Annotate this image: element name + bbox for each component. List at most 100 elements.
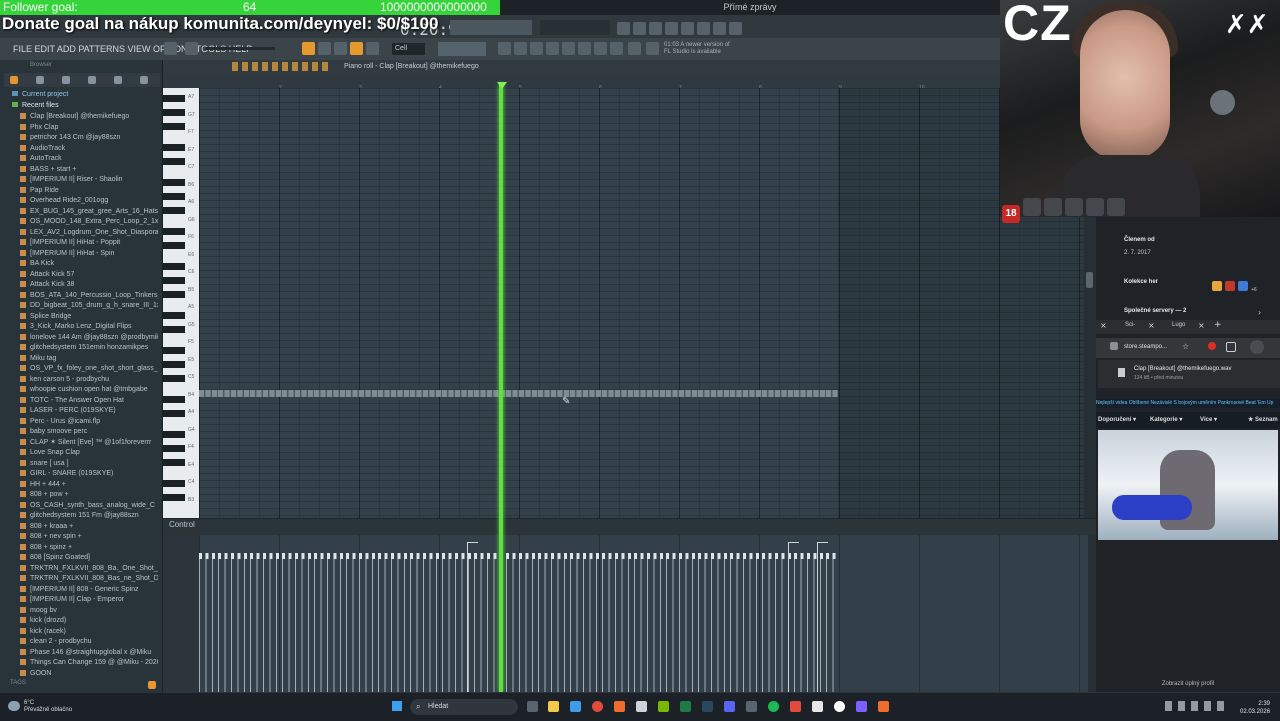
stop-button[interactable] [334,42,347,55]
sounds-tab-icon[interactable] [88,76,96,84]
black-key[interactable] [163,431,185,438]
black-key[interactable] [163,158,185,165]
browser-item[interactable]: AutoTrack [20,154,158,165]
browser-item[interactable]: BOS_ATA_140_Percussio_Loop_Tinkers_1x144… [20,291,158,302]
browser-item[interactable]: LASER - PERC (019SKYE) [20,406,158,417]
velocity-handles[interactable] [199,553,838,559]
browser-item[interactable]: Splice Bridge [20,312,158,323]
folder-recent-files[interactable]: Recent files [12,101,59,112]
velocity-bars[interactable] [199,556,838,692]
black-key[interactable] [163,179,185,186]
browser-item[interactable]: HH + 444 + [20,480,158,491]
mic-icon[interactable] [649,22,662,35]
browser-item[interactable]: CLAP ✶ Silent [Eve] ™ @1of1foreverrr [20,438,158,449]
browser-item[interactable]: Love Snap Clap [20,448,158,459]
browser-item[interactable]: [IMPERIUM II] HiHat - Spin [20,249,158,260]
browser-item[interactable]: DD_bigbeat_105_drum_g_h_snare_III_1x144b… [20,301,158,312]
taskbar-search[interactable] [410,699,518,715]
browser-item[interactable]: [IMPERIUM II] Riser - Shaolin [20,175,158,186]
discord-icon[interactable] [724,701,735,712]
browser-item[interactable]: Phx Clap [20,123,158,134]
browser-item[interactable]: snare [ usa ] [20,459,158,470]
tools-icon[interactable] [610,42,623,55]
weather-icon[interactable] [8,701,20,711]
new-tab-icon[interactable]: + [1214,320,1222,330]
browser-item[interactable]: Things Can Change 159 @ @Miku - 2026-Feb… [20,658,158,669]
close-icon[interactable]: × [1148,321,1155,330]
velocity-bar-high[interactable] [817,542,828,693]
browser-item[interactable]: Miku tag [20,354,158,365]
file-explorer-icon[interactable] [548,701,559,712]
black-key[interactable] [163,459,185,466]
taskbar-clock[interactable]: 2:39 02.03.2026 [1240,700,1270,716]
black-key[interactable] [163,494,185,501]
browser-item[interactable]: GOON [20,669,158,680]
black-key[interactable] [163,396,185,403]
app-icon[interactable] [636,701,647,712]
nvidia-icon[interactable] [658,701,669,712]
full-profile-link[interactable]: Zobrazit úplný profil [1096,681,1280,687]
browser-item[interactable]: TRKTRN_FXLKVII_808_Ba._One_Shot_Cm_Spinz… [20,564,158,575]
chevron-right-icon[interactable]: › [1258,308,1261,317]
browser-item[interactable]: petrichor 143 Cm @jay88szn [20,133,158,144]
snap-select[interactable]: Cell [392,43,425,55]
steam-nav-recommendations[interactable]: Doporučení ▾ [1098,416,1136,423]
game-icon[interactable] [1212,281,1222,291]
velocity-bar-high[interactable] [467,542,478,693]
cloud-icon[interactable] [628,42,641,55]
game-icon[interactable] [1238,281,1248,291]
plugin-database-tab-icon[interactable] [62,76,70,84]
steam-nav-wishlist[interactable]: ★ Seznam [1248,416,1278,423]
address-input[interactable]: store.steampo... [1124,344,1167,350]
notion-icon[interactable] [812,701,823,712]
plugin-icon[interactable] [578,42,591,55]
browser-item[interactable]: glitchedsystem 151 Fm @jay88szn [20,511,158,522]
game-icon[interactable] [1225,281,1235,291]
velocity-bar-high[interactable] [788,542,799,693]
browser-item[interactable]: TOTC - The Answer Open Hat [20,396,158,407]
browser-item[interactable]: lonelove 144 Am @jay88szn @prodbymiku [20,333,158,344]
close-icon[interactable]: × [1100,321,1107,330]
system-tray-icons[interactable] [1165,701,1225,711]
browser-item[interactable]: ken carson 5 - prodbychu [20,375,158,386]
piano-roll-tools[interactable] [232,62,332,71]
update-notice[interactable]: 01:03 A newer version of FL Studio is av… [664,42,730,56]
browser-item[interactable]: 808 + kraaa + [20,522,158,533]
app-icon[interactable] [746,701,757,712]
browser-item[interactable]: kick (racek) [20,627,158,638]
record-icon[interactable] [185,42,198,55]
browser-item[interactable]: [IMPERIUM II] Clap - Emperor [20,595,158,606]
piano-keyboard[interactable] [163,88,199,518]
store-icon[interactable] [570,701,581,712]
black-key[interactable] [163,347,185,354]
playhead-marker-icon[interactable] [497,82,507,89]
browser-item[interactable]: 808 [Spinz Goated] [20,553,158,564]
metronome-icon[interactable] [164,42,177,55]
download-bubble[interactable] [1098,360,1280,388]
refresh-icon[interactable] [617,22,630,35]
app-icon[interactable] [790,701,801,712]
channel-rack-icon[interactable] [530,42,543,55]
browser-item[interactable]: OS_MOOD_148_Extra_Perc_Loop_2_1x144bpm [20,217,158,228]
browser-item[interactable]: [IMPERIUM II] HiHat - Poppit [20,238,158,249]
taskbar-search-text[interactable]: Hledat [428,703,448,710]
fl-studio-icon[interactable] [878,701,889,712]
black-key[interactable] [163,277,185,284]
note-sequence[interactable] [199,390,838,397]
browser-item[interactable]: Clap [Breakout] @themikefuego [20,112,158,123]
browser-item[interactable]: LEX_AV2_Logdrum_One_Shot_Diaspora_C [20,228,158,239]
black-key[interactable] [163,326,185,333]
piano-roll-icon[interactable] [514,42,527,55]
tempo-display[interactable] [438,42,486,56]
black-key[interactable] [163,242,185,249]
browser-item[interactable]: Pap Ride [20,186,158,197]
black-key[interactable] [163,123,185,130]
control-scrollbar[interactable] [1088,535,1096,692]
browser-item[interactable]: baby smoove perc [20,427,158,438]
browser-item[interactable]: Attack Kick 57 [20,270,158,281]
master-volume-slider[interactable] [205,47,275,50]
black-key[interactable] [163,375,185,382]
browser-item[interactable]: glitchedsystem 151emin honzamikpes [20,343,158,354]
playlist-icon[interactable] [498,42,511,55]
black-key[interactable] [163,445,185,452]
